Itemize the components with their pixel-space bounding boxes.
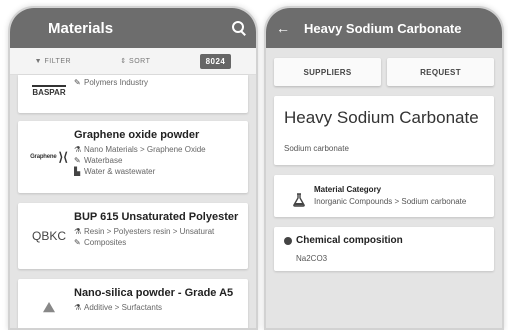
atom-icon [284,236,292,245]
list-toolbar: ▼ FILTER ⇕ SORT 8024 [10,48,256,75]
brush-icon: ✎ [74,78,81,87]
material-subtitle: Sodium carbonate [284,144,349,153]
flask-icon [284,185,314,207]
back-arrow-icon[interactable]: ← [276,20,290,36]
nano-logo-icon: ⛰ [43,298,55,315]
card-category: ⚗ Additive > Surfactants [74,303,163,312]
request-button[interactable]: REQUEST [387,58,494,86]
filter-button[interactable]: ▼ FILTER [35,58,71,65]
list-item[interactable]: BASPAR ✎ Polymers Industry [18,75,248,113]
flask-icon: ⚗ [74,145,82,154]
composition-panel: Chemical composition Na2CO3 [274,227,494,271]
material-detail-screen: ← Heavy Sodium Carbonate SUPPLIERS REQUE… [264,6,504,330]
materials-appbar: Materials [10,8,256,48]
brush-icon: ✎ [74,238,81,247]
card-application: ✎ Waterbase [74,156,123,165]
search-icon[interactable] [232,21,246,35]
material-name: BUP 615 Unsaturated Polyester [74,211,239,223]
material-title: Heavy Sodium Carbonate [284,108,479,127]
supplier-logo: ⛰ [24,287,74,327]
material-header: Heavy Sodium Carbonate Sodium carbonate [274,96,494,165]
card-category: ⚗ Nano Materials > Graphene Oxide [74,145,206,154]
material-name: Graphene oxide powder [74,129,200,141]
material-name: Nano-silica powder - Grade A5 [74,287,234,299]
card-application: ✎ Composites [74,238,127,247]
list-item[interactable]: ⛰ Nano-silica powder - Grade A5 ⚗ Additiv… [18,279,248,328]
list-item[interactable]: Graphene ⟩⟨ Graphene oxide powder ⚗ Nano M… [18,121,248,193]
flask-icon: ⚗ [74,227,82,236]
composition-value: Na2CO3 [296,254,328,263]
factory-icon: ▙ [74,167,81,176]
materials-screen: Materials ▼ FILTER ⇕ SORT 8024 BASPAR ✎ P… [8,6,258,330]
flask-icon: ⚗ [74,303,82,312]
detail-appbar: ← Heavy Sodium Carbonate [266,8,502,48]
supplier-logo: BASPAR [24,77,74,105]
detail-appbar-title: Heavy Sodium Carbonate [304,20,462,36]
category-value: Inorganic Compounds > Sodium carbonate [314,197,467,206]
supplier-logo: Graphene ⟩⟨ [30,150,68,164]
category-label: Material Category [314,185,382,194]
suppliers-button[interactable]: SUPPLIERS [274,58,381,86]
card-category: ⚗ Resin > Polyesters resin > Unsaturat [74,227,215,236]
supplier-logo: QBKC [31,229,66,243]
page-title: Materials [48,19,114,37]
material-category-panel: Material Category Inorganic Compounds > … [274,175,494,217]
detail-actions: SUPPLIERS REQUEST [266,48,502,86]
result-count-badge: 8024 [199,53,232,69]
sort-button[interactable]: ⇕ SORT [120,57,150,65]
card-industry: ▙ Water & wastewater [74,167,156,176]
card-application: ✎ Polymers Industry [74,78,149,87]
brush-icon: ✎ [74,156,81,165]
composition-heading: Chemical composition [284,235,484,246]
hamburger-icon[interactable] [20,23,34,33]
list-item[interactable]: QBKC BUP 615 Unsaturated Polyester ⚗ Resi… [18,203,248,269]
materials-list: BASPAR ✎ Polymers Industry Graphene ⟩⟨ Gra… [10,75,256,328]
